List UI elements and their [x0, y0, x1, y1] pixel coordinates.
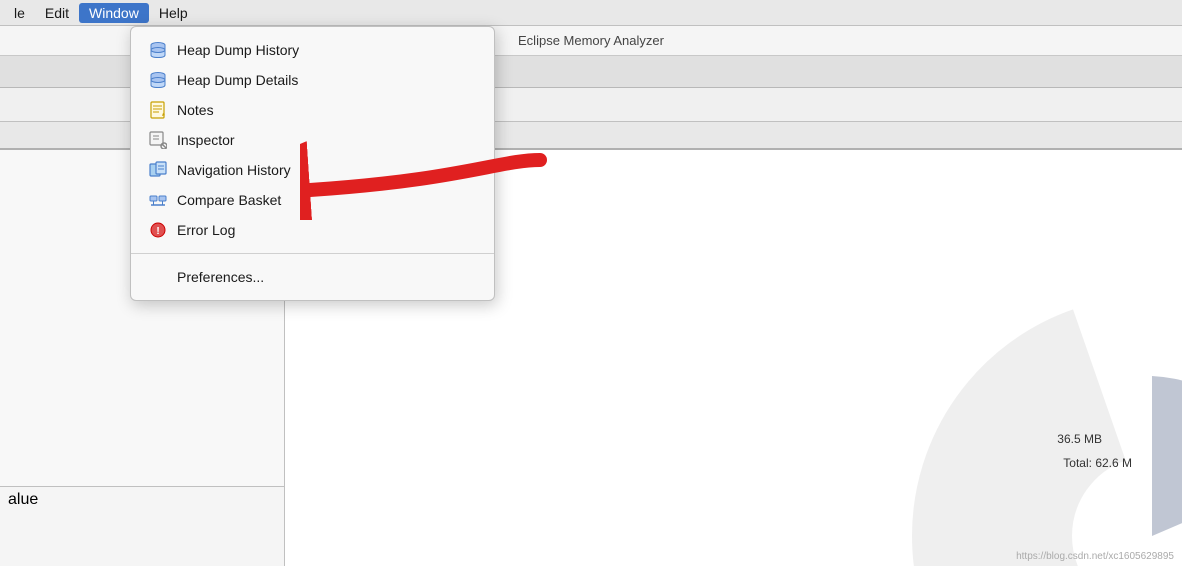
menu-file[interactable]: le [4, 3, 35, 23]
chart-label-2: Total: 62.6 M [1063, 456, 1132, 470]
menu-item-heap-dump-history[interactable]: Heap Dump History [131, 35, 494, 65]
menu-item-compare-basket[interactable]: Compare Basket [131, 185, 494, 215]
menu-item-error-log[interactable]: ! Error Log [131, 215, 494, 245]
app-title: Eclipse Memory Analyzer [518, 33, 664, 48]
left-panel-bottom: alue [0, 486, 284, 566]
db-icon-heap-dump-details [149, 71, 167, 89]
preferences-icon-placeholder [149, 268, 167, 286]
menu-item-heap-dump-details-label: Heap Dump Details [177, 72, 298, 88]
menu-window[interactable]: Window [79, 3, 149, 23]
error-icon: ! [149, 221, 167, 239]
menu-item-preferences[interactable]: Preferences... [131, 262, 494, 292]
menu-item-heap-dump-history-label: Heap Dump History [177, 42, 299, 58]
svg-text:!: ! [156, 226, 159, 237]
menu-bar: le Edit Window Help [0, 0, 1182, 26]
menu-section-1: Heap Dump History Heap Dump Details [131, 31, 494, 249]
menu-item-inspector-label: Inspector [177, 132, 235, 148]
compare-icon [149, 191, 167, 209]
menu-item-inspector[interactable]: Inspector [131, 125, 494, 155]
menu-item-notes-label: Notes [177, 102, 214, 118]
menu-edit[interactable]: Edit [35, 3, 79, 23]
inspector-icon [149, 131, 167, 149]
menu-help[interactable]: Help [149, 3, 198, 23]
menu-item-navigation-history[interactable]: Navigation History [131, 155, 494, 185]
db-icon-heap-dump-history [149, 41, 167, 59]
menu-item-preferences-label: Preferences... [177, 269, 264, 285]
menu-item-compare-basket-label: Compare Basket [177, 192, 281, 208]
menu-item-heap-dump-details[interactable]: Heap Dump Details [131, 65, 494, 95]
chart-label-1: 36.5 MB [1057, 432, 1102, 446]
menu-item-error-log-label: Error Log [177, 222, 235, 238]
left-panel-value-label: alue [8, 491, 38, 509]
navhist-icon [149, 161, 167, 179]
menu-separator [131, 253, 494, 254]
watermark: https://blog.csdn.net/xc1605629895 [1016, 551, 1174, 562]
menu-section-2: Preferences... [131, 258, 494, 296]
note-icon [149, 101, 167, 119]
pie-chart [872, 256, 1182, 566]
window-dropdown-menu: Heap Dump History Heap Dump Details [130, 26, 495, 301]
menu-item-navigation-history-label: Navigation History [177, 162, 291, 178]
menu-item-notes[interactable]: Notes [131, 95, 494, 125]
